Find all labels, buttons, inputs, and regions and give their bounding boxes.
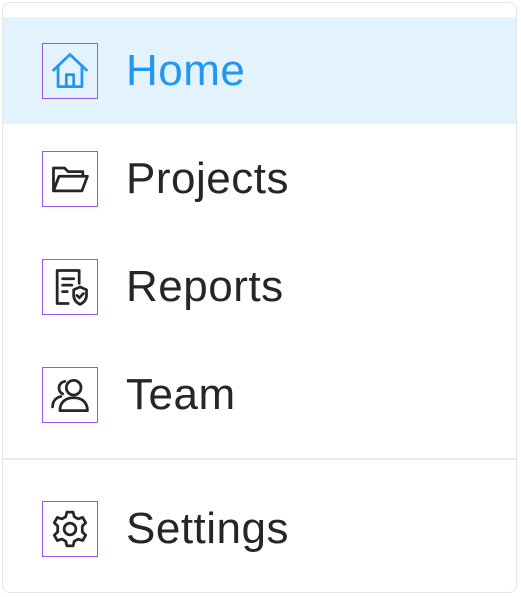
menu-item-home[interactable]: Home: [3, 17, 516, 124]
menu-item-label: Settings: [126, 503, 289, 553]
home-icon: [42, 42, 98, 99]
menu-item-label: Projects: [126, 153, 289, 203]
navigation-menu: Home Projects Reports Team Settings: [2, 2, 517, 593]
menu-item-label: Team: [126, 369, 236, 419]
menu-item-projects[interactable]: Projects: [3, 125, 516, 232]
folder-open-icon: [42, 150, 98, 207]
report-shield-icon: [42, 258, 98, 315]
menu-item-team[interactable]: Team: [3, 341, 516, 448]
menu-item-settings[interactable]: Settings: [3, 475, 516, 582]
team-icon: [42, 366, 98, 423]
menu-item-label: Reports: [126, 261, 284, 311]
menu-item-label: Home: [126, 45, 246, 95]
gear-icon: [42, 500, 98, 557]
menu-item-reports[interactable]: Reports: [3, 233, 516, 340]
menu-divider: [3, 458, 516, 460]
